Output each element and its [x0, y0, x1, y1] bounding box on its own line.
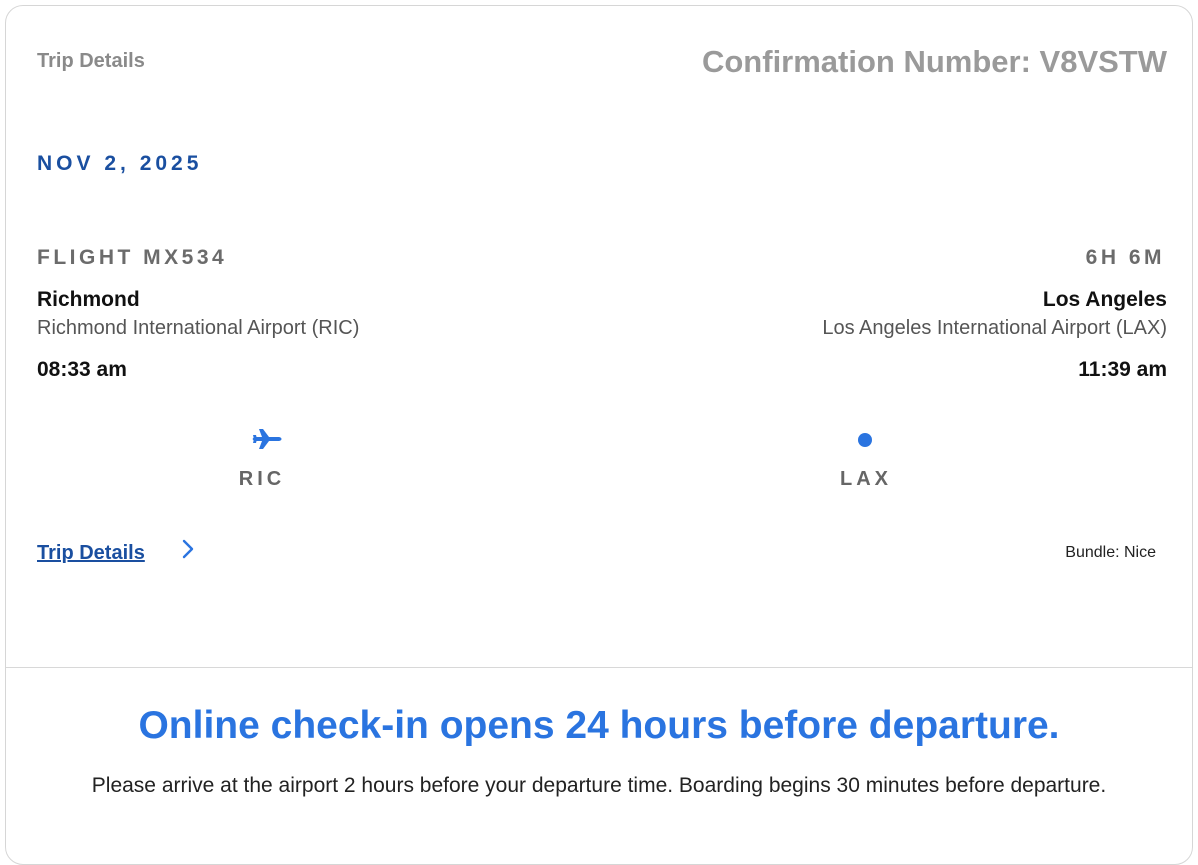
origin-airport: Richmond International Airport (RIC) — [37, 317, 360, 339]
chevron-right-icon[interactable] — [181, 538, 195, 560]
section-divider — [6, 667, 1192, 668]
bundle-label: Bundle: Nice — [1065, 544, 1156, 561]
destination-code: LAX — [840, 468, 892, 490]
trip-details-link[interactable]: Trip Details — [37, 542, 145, 565]
departure-time: 08:33 am — [37, 358, 127, 381]
destination-city: Los Angeles — [1042, 288, 1167, 311]
flight-number: FLIGHT MX534 — [37, 246, 228, 269]
trip-card: Trip Details Confirmation Number: V8VSTW… — [5, 5, 1193, 865]
checkin-instructions: Please arrive at the airport 2 hours bef… — [91, 774, 1107, 797]
flight-date: NOV 2, 2025 — [37, 152, 203, 175]
origin-city: Richmond — [37, 288, 140, 311]
destination-dot-icon — [858, 433, 872, 447]
destination-airport: Los Angeles International Airport (LAX) — [822, 317, 1167, 339]
flight-duration: 6H 6M — [1085, 246, 1165, 269]
checkin-title: Online check-in opens 24 hours before de… — [138, 704, 1060, 747]
arrival-time: 11:39 am — [1078, 358, 1167, 381]
origin-code: RIC — [238, 468, 286, 490]
confirmation-number: Confirmation Number: V8VSTW — [701, 44, 1167, 79]
trip-details-heading: Trip Details — [37, 50, 145, 72]
plane-icon — [252, 429, 282, 449]
